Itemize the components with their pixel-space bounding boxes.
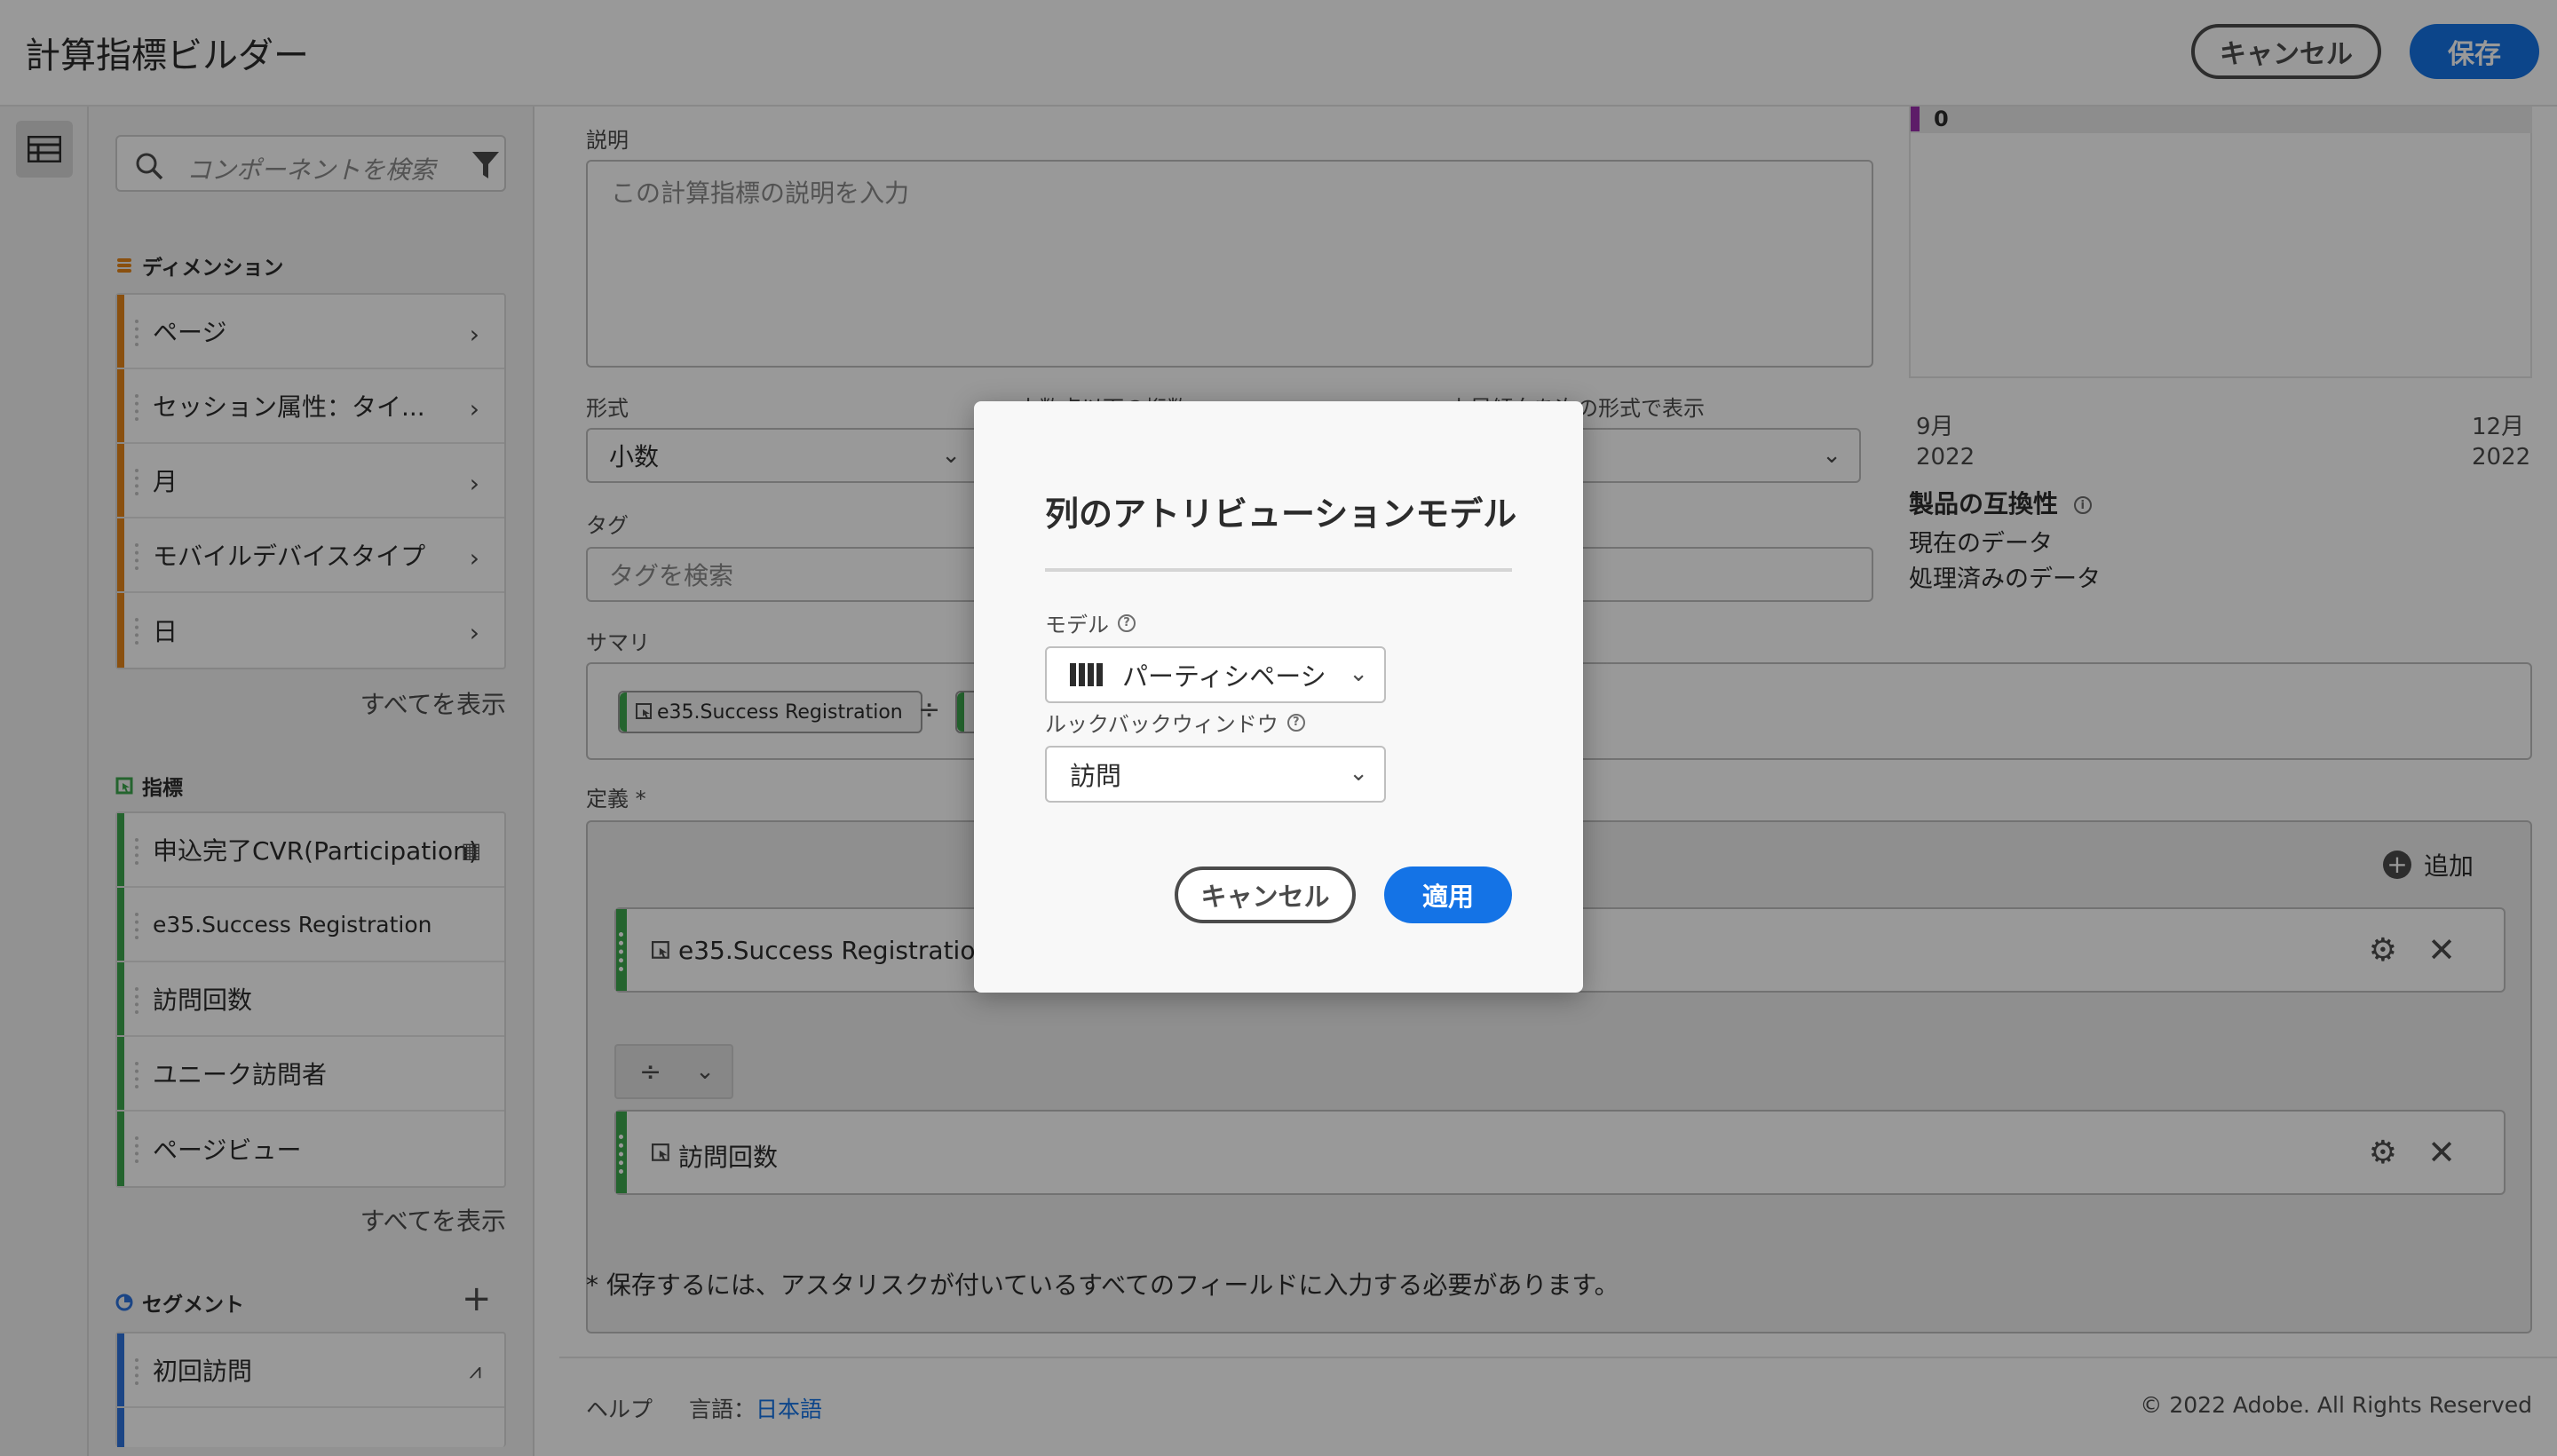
chevron-down-icon: ⌄ [1349,661,1368,687]
dialog-title: 列のアトリビューションモデル [1045,495,1517,534]
attribution-model-dialog: 列のアトリビューションモデル モデル ? パーティシペーシ ⌄ ルックバックウィ… [974,401,1583,993]
dialog-cancel-button[interactable]: キャンセル [1175,866,1356,923]
model-label: モデル ? [1045,607,1136,638]
lookback-select[interactable]: 訪問 ⌄ [1045,746,1386,803]
dialog-divider [1045,568,1512,572]
lookback-label: ルックバックウィンドウ ? [1045,707,1305,738]
dialog-apply-button[interactable]: 適用 [1384,866,1512,923]
model-select[interactable]: パーティシペーシ ⌄ [1045,646,1386,703]
participation-model-icon [1070,663,1103,686]
help-icon[interactable]: ? [1118,613,1136,632]
chevron-down-icon: ⌄ [1349,760,1368,787]
help-icon[interactable]: ? [1286,713,1305,732]
